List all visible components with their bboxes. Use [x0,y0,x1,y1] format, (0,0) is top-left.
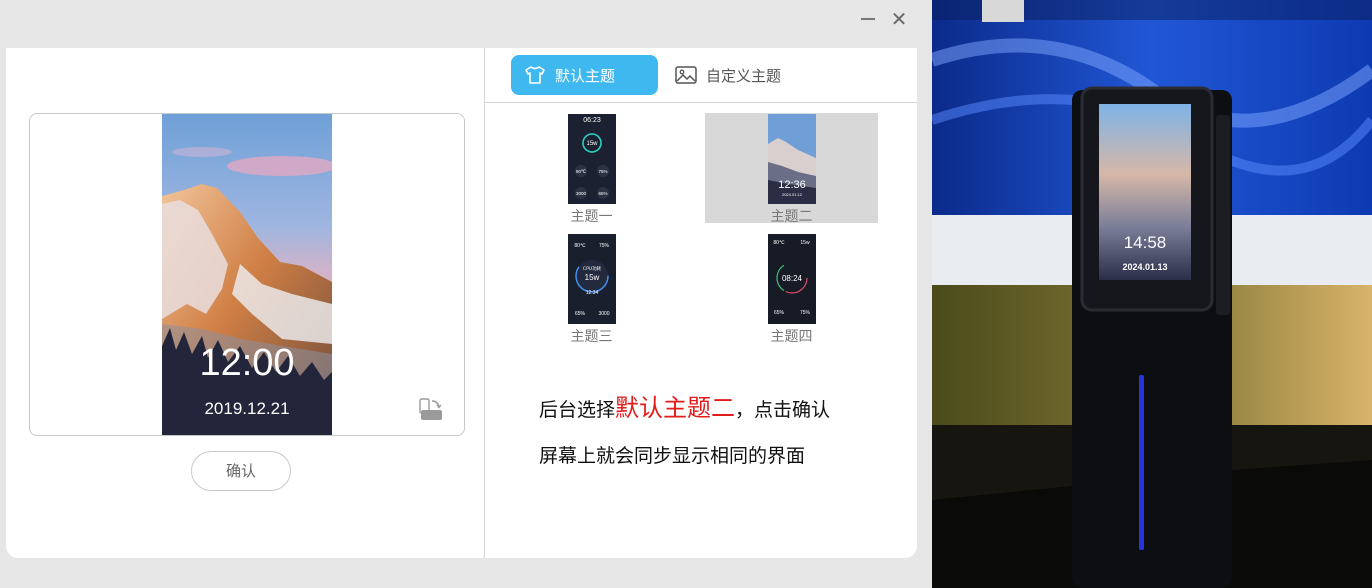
thumb4-temp: 80℃ [773,240,785,246]
theme-item-4[interactable]: 80℃ 15w 08:24 65% 75% 主题四 [705,233,878,345]
thumb4-pct2: 75% [800,310,811,316]
mountain-wallpaper [162,114,332,435]
annotation-highlight: 默认主题二 [615,394,736,422]
thumb3-num: 3000 [598,311,609,317]
theme-thumb-4: 80℃ 15w 08:24 65% 75% [768,234,816,324]
annotation-line-1-pre: 后台选择 [539,399,616,421]
device-photo: 14:58 2024.01.13 [932,0,1372,588]
theme-thumb-3: 80℃ 75% CPU功耗 15w 12:34 65% 3000 [568,234,616,324]
thumb4-power: 15w [800,240,810,246]
theme-item-1[interactable]: 06:23 15w 80℃ 75% 3000 65% 主题一 [505,113,678,225]
theme-label-2: 主题二 [770,209,813,225]
theme-label-4: 主题四 [770,329,813,345]
theme-thumb-2: 12:36 2024.01.12 [768,114,816,204]
thumb2-time: 12:36 [778,179,806,191]
device-date: 2024.01.13 [1122,262,1167,272]
thumb1-pct1: 75% [598,169,607,174]
minimize-button[interactable] [857,8,879,30]
theme-label-1: 主题一 [570,209,613,225]
annotation-line-1: 后台选择默认主题二，点击确认 [539,394,830,424]
preview-date: 2019.12.21 [204,399,290,418]
close-icon: ✕ [890,7,908,31]
rotate-screen-icon[interactable] [418,397,444,423]
device-time: 14:58 [1124,233,1167,252]
title-bar: ✕ [0,0,932,48]
image-icon [675,66,697,84]
minimize-icon [861,18,875,20]
panel-divider [484,48,485,558]
annotation-line-2: 屏幕上就会同步显示相同的界面 [539,445,806,467]
thumb2-date: 2024.01.12 [782,192,803,197]
thumb3-pct1: 75% [599,243,610,249]
theme-item-2[interactable]: 12:36 2024.01.12 主题二 [705,113,878,225]
confirm-button[interactable]: 确认 [191,451,291,491]
annotation-line-1-post: ，点击确认 [735,399,831,421]
content-panel: 12:00 2019.12.21 确认 默认主题 自定义主题 06:23 15w… [6,48,917,558]
preview-time: 12:00 [199,342,295,384]
thumb3-power: 15w [585,273,600,282]
thumb4-pct1: 65% [774,310,785,316]
theme-label-3: 主题三 [570,329,613,345]
app-window: ✕ 12:00 2019.12.21 确认 默认主题 自定义主题 06:23 1… [0,0,932,588]
thumb1-power: 15w [586,141,598,147]
thumb1-pct2: 65% [598,191,607,196]
theme-item-3[interactable]: 80℃ 75% CPU功耗 15w 12:34 65% 3000 主题三 [505,233,678,345]
thumb1-time: 06:23 [583,117,601,124]
tab-default-theme[interactable]: 默认主题 [511,55,658,95]
tab-default-label: 默认主题 [555,66,616,85]
thumb1-temp: 80℃ [576,169,587,174]
preview-screen: 12:00 2019.12.21 [162,114,332,435]
theme-thumb-1: 06:23 15w 80℃ 75% 3000 65% [568,114,616,204]
thumb3-temp: 80℃ [574,243,586,249]
tshirt-icon [525,66,545,84]
theme-tab-bar: 默认主题 自定义主题 [485,48,917,103]
thumb3-cpu: CPU功耗 [583,265,602,272]
thumb3-pct2: 65% [575,311,586,317]
thumb3-time: 12:34 [586,290,599,296]
thumb4-time: 08:24 [782,274,803,283]
tab-custom-theme[interactable]: 自定义主题 [675,55,815,95]
theme-preview: 12:00 2019.12.21 [29,113,465,436]
close-button[interactable]: ✕ [888,8,910,30]
thumb1-num: 3000 [576,191,587,196]
tab-custom-label: 自定义主题 [706,66,782,85]
